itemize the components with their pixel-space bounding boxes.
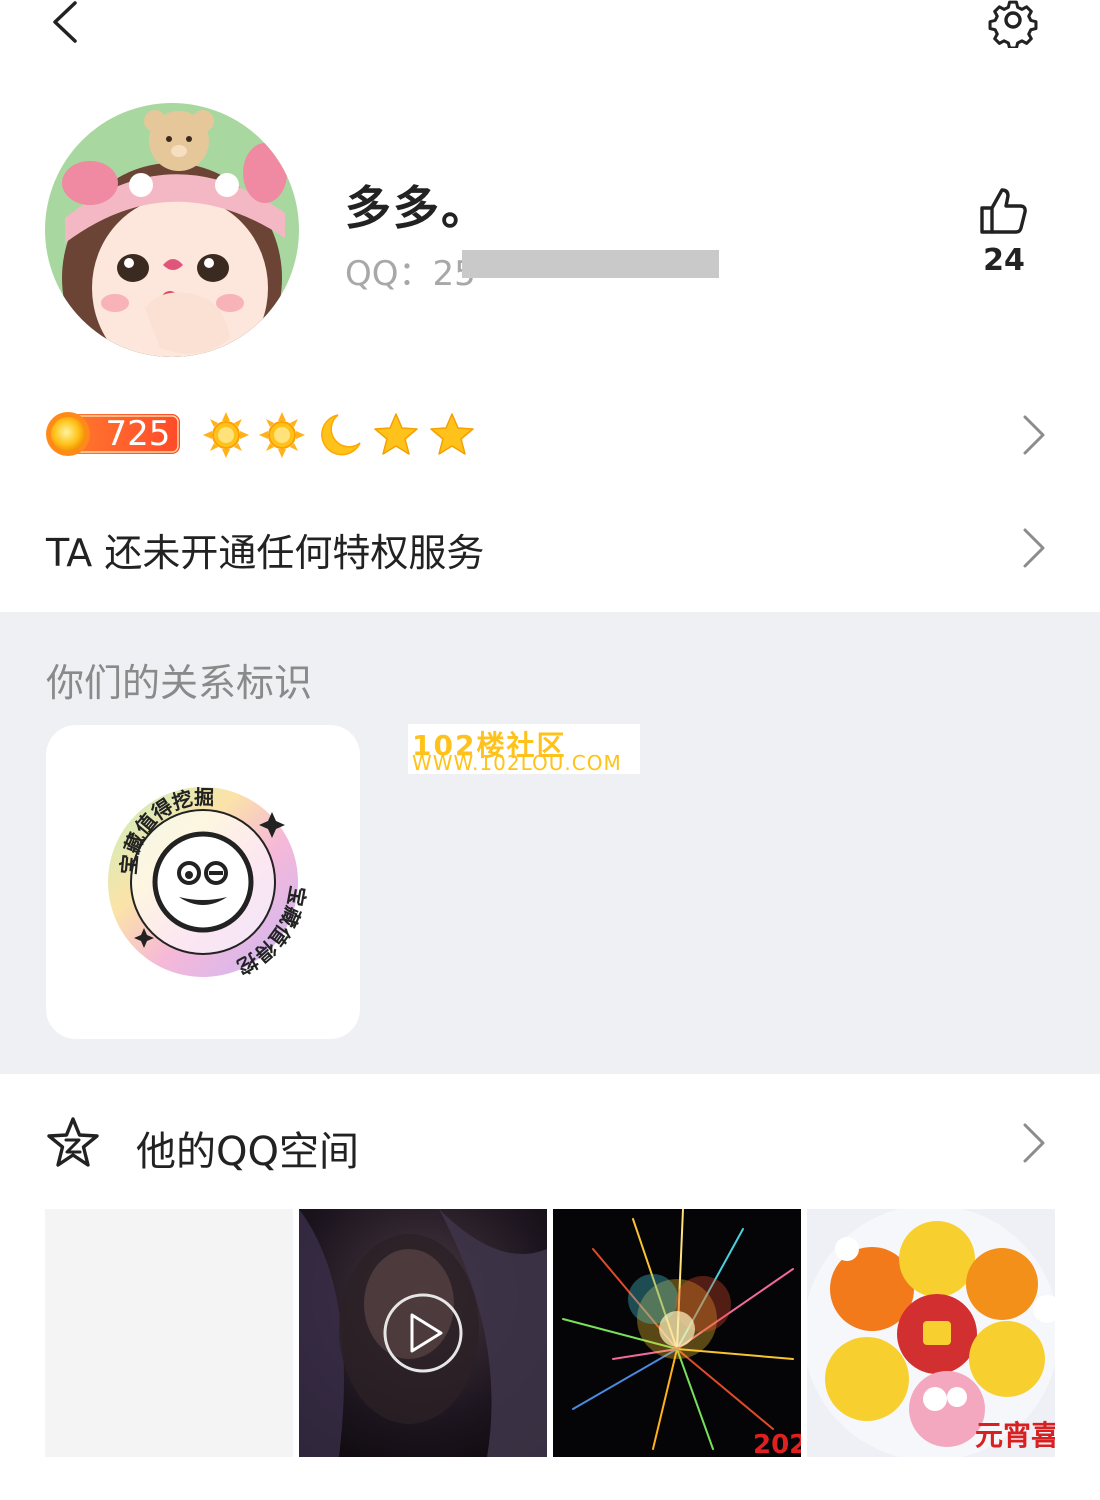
qzone-photo-placeholder[interactable] xyxy=(45,1209,293,1457)
watermark-url: WWW.102LOU.COM xyxy=(412,751,622,775)
qzone-photo-lantern-food[interactable]: 元宵喜 xyxy=(807,1209,1055,1457)
star-icon xyxy=(430,413,474,455)
avatar-illustration xyxy=(45,103,299,357)
relationship-title: 你们的关系标识 xyxy=(46,661,313,705)
sun-icon xyxy=(259,412,305,458)
gear-icon[interactable] xyxy=(984,0,1042,48)
lantern-food-image: 元宵喜 xyxy=(807,1209,1055,1457)
chevron-right-icon[interactable] xyxy=(1020,1121,1048,1165)
moon-icon xyxy=(321,414,361,456)
qq-number-redaction xyxy=(462,250,719,278)
like-count: 24 xyxy=(983,243,1025,278)
chevron-right-icon[interactable] xyxy=(1020,413,1048,457)
thumbs-up-icon[interactable] xyxy=(978,186,1030,236)
privilege-text: TA 还未开通任何特权服务 xyxy=(46,531,485,575)
lantern-food-caption: 元宵喜 xyxy=(975,1419,1055,1452)
fireworks-caption: 2026 xyxy=(753,1430,801,1457)
avatar[interactable] xyxy=(45,103,299,357)
treasure-badge-icon: 宝藏值得挖掘 宝藏值得挖掘 xyxy=(36,706,310,979)
qzone-star-icon xyxy=(47,1117,99,1167)
video-thumbnail-image xyxy=(299,1209,547,1457)
fireworks-image: 2026 xyxy=(553,1209,801,1457)
qq-number: QQ：25 xyxy=(345,254,476,294)
qzone-label: 他的QQ空间 xyxy=(136,1129,359,1175)
chevron-right-icon[interactable] xyxy=(1020,526,1048,570)
star-icon xyxy=(374,413,418,455)
back-arrow-icon[interactable] xyxy=(40,0,90,50)
sun-icon xyxy=(203,412,249,458)
relationship-badge-card[interactable]: 宝藏值得挖掘 宝藏值得挖掘 xyxy=(36,706,360,1039)
qzone-video-thumbnail[interactable] xyxy=(299,1209,547,1457)
level-number: 725 xyxy=(105,414,171,454)
nickname: 多多。 xyxy=(345,181,489,235)
qzone-photo-fireworks[interactable]: 2026 xyxy=(553,1209,801,1457)
